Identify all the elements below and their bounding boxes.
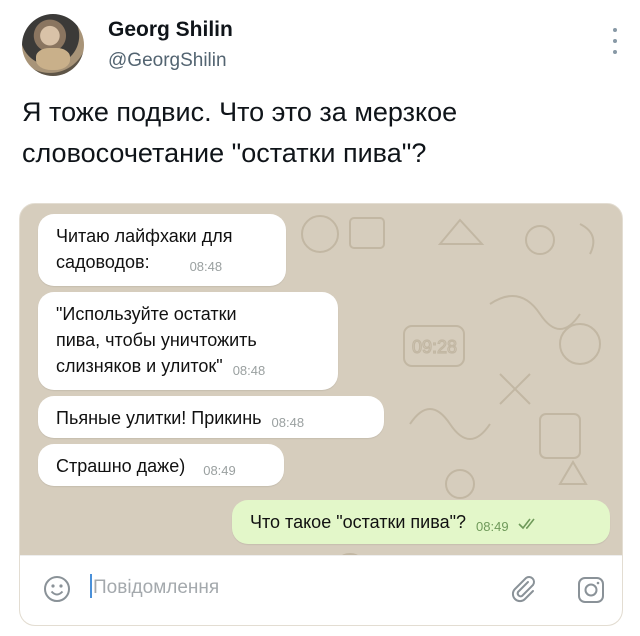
tweet-text: Я тоже подвис. Что это за мерзкое словос… <box>22 92 622 174</box>
user-handle[interactable]: @GeorgShilin <box>108 50 227 72</box>
message-bubble-outgoing[interactable]: Что такое "остатки пива"? 08:49 <box>232 500 610 544</box>
message-time: 08:48 <box>271 415 305 430</box>
message-time: 08:48 <box>189 259 223 274</box>
avatar[interactable] <box>22 14 84 76</box>
emoji-icon[interactable] <box>42 574 72 604</box>
message-bubble-incoming[interactable]: Пьяные улитки! Прикинь 08:48 <box>38 396 384 438</box>
message-text: Читаю лайфхаки для <box>56 226 233 246</box>
text-cursor <box>90 573 92 598</box>
chat-screenshot: 09:28 Читаю лайфхаки для садоводов: 08:48… <box>19 203 623 626</box>
message-bubble-incoming[interactable]: Страшно даже) 08:49 <box>38 444 284 486</box>
tweet-text-line: Я тоже подвис. Что это за мерзкое <box>22 97 458 127</box>
paperclip-icon[interactable] <box>508 574 538 604</box>
message-time: 08:49 <box>203 463 236 478</box>
message-bubble-incoming[interactable]: "Используйте остатки пива, чтобы уничтож… <box>38 292 338 390</box>
message-composer: Повідомлення <box>20 555 622 625</box>
message-text: Страшно даже) <box>56 456 186 476</box>
message-text: Пьяные улитки! Прикинь <box>56 408 262 428</box>
message-time: 08:48 <box>232 363 266 378</box>
wallpaper-clock-text: 09:28 <box>412 337 457 357</box>
tweet-text-line: словосочетание "остатки пива"? <box>22 138 427 168</box>
message-text: пива, чтобы уничтожить <box>56 330 257 350</box>
message-input[interactable]: Повідомлення <box>90 570 490 606</box>
display-name[interactable]: Georg Shilin <box>108 18 233 42</box>
message-text: "Используйте остатки <box>56 304 237 324</box>
camera-icon[interactable] <box>575 573 607 605</box>
message-text: садоводов: <box>56 252 150 272</box>
message-input-placeholder: Повідомлення <box>93 577 220 598</box>
message-text: Что такое "остатки пива"? <box>250 512 467 532</box>
double-check-icon <box>518 518 535 530</box>
tweet-header: Georg Shilin @GeorgShilin <box>22 10 622 80</box>
more-options-icon[interactable] <box>612 28 618 54</box>
message-time: 08:49 <box>476 519 509 534</box>
message-bubble-incoming[interactable]: Читаю лайфхаки для садоводов: 08:48 <box>38 214 286 286</box>
message-text: слизняков и улиток" <box>56 356 223 376</box>
